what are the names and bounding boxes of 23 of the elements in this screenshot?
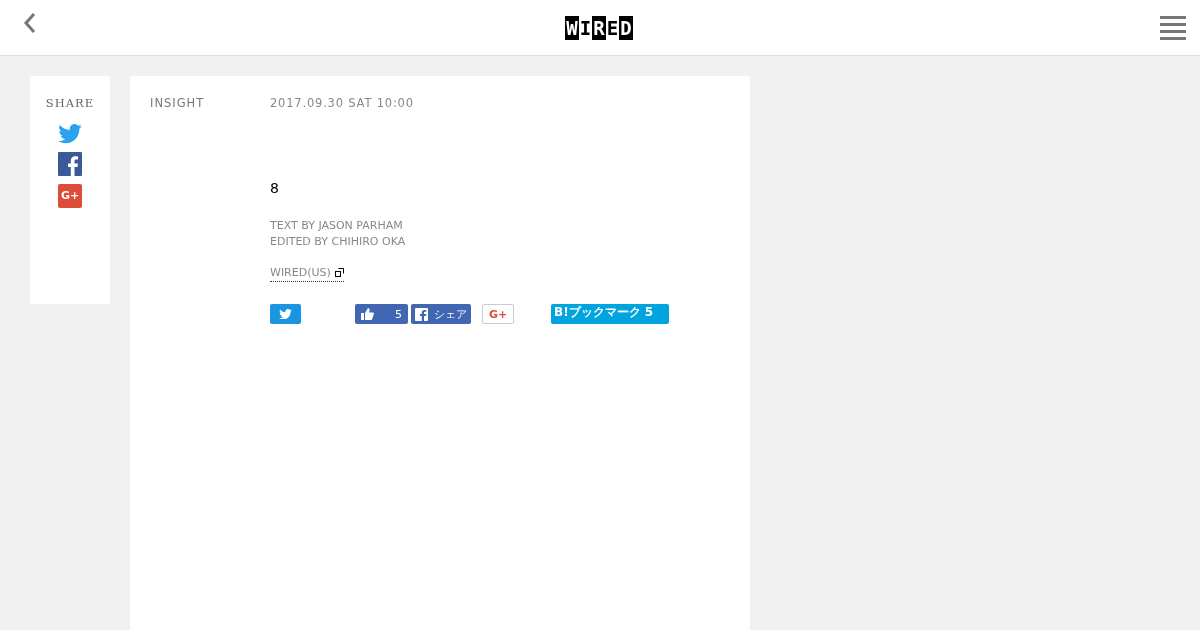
share-label: SHARE [45,96,95,110]
thumbs-up-icon [361,308,374,320]
google-plus-button[interactable]: G+ [482,304,514,324]
bird-icon [279,308,292,320]
article-date: 2017.09.30 SAT 10:00 [270,96,415,110]
facebook-share-button[interactable]: シェア [411,304,471,324]
site-logo[interactable]: WIRED [565,15,633,40]
tweet-button[interactable] [270,304,301,324]
external-link-icon [334,268,344,277]
source-link[interactable]: WIRED(US) [270,266,344,282]
hatena-bookmark-button[interactable]: B!ブックマーク 5 [551,304,669,324]
article-title: 8 [270,180,280,196]
credit-line: TEXT BY JASON PARHAM [270,218,404,234]
like-button[interactable]: 5 [355,304,408,324]
back-icon[interactable] [22,11,38,34]
facebook-icon[interactable] [58,151,82,176]
credit-line: EDITED BY CHIHIRO OKA [270,234,407,250]
article-category: INSIGHT [150,96,206,112]
google-plus-icon[interactable]: G+ [58,183,82,208]
twitter-icon[interactable] [58,124,82,144]
bird-icon [58,124,82,144]
menu-icon[interactable] [1160,15,1186,40]
facebook-icon [415,307,428,321]
